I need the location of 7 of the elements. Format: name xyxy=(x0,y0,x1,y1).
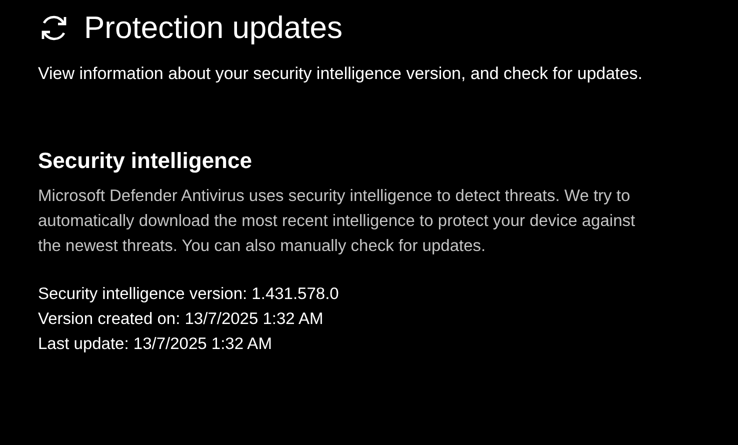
info-text: Last update: 13/7/2025 1:32 AM xyxy=(38,334,272,355)
page-title: Protection updates xyxy=(84,10,343,46)
section-heading: Security intelligence xyxy=(38,148,253,174)
section-description: Microsoft Defender Antivirus uses security intelligence to detect threats. We try to automatically download the most recent intelligence to protect your device against the newest threats. You can also manually check for updates. xyxy=(38,186,636,257)
info-text: Version created on: 13/7/2025 1:32 AM xyxy=(38,309,324,330)
info-text: Security intelligence version: 1.431.578.0 xyxy=(38,284,339,305)
page-description: View information about your security intelligence version, and check for updates. xyxy=(38,63,644,85)
